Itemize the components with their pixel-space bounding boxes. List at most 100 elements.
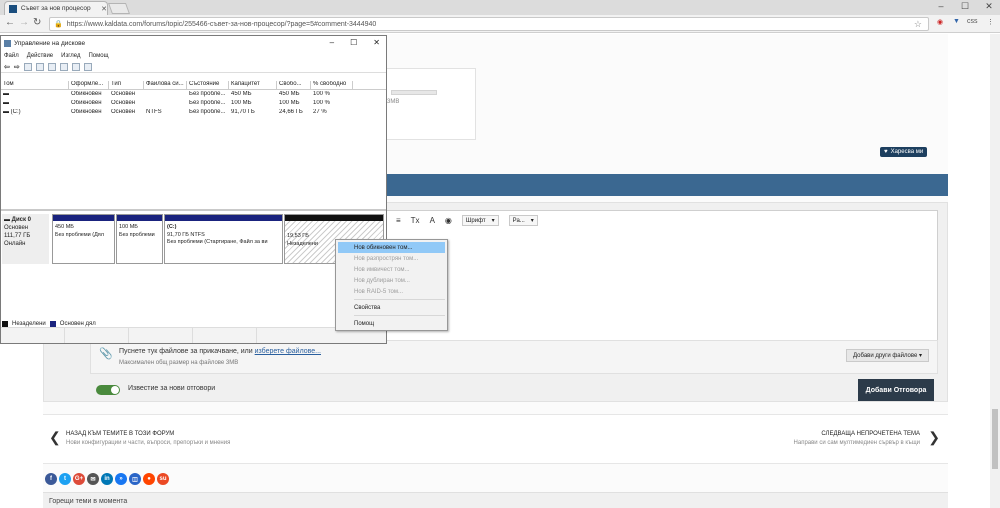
table-cell: Основен <box>111 109 136 115</box>
col-status[interactable]: Състояние <box>187 81 229 89</box>
back-to-forum-link[interactable]: НАЗАД КЪМ ТЕМИТЕ В ТОЗИ ФОРУМ <box>66 431 174 437</box>
dm-minimize-icon[interactable]: – <box>330 38 334 47</box>
social-share-icon[interactable]: t <box>59 473 71 485</box>
close-window-icon[interactable]: ✕ <box>982 1 996 12</box>
social-share-icon[interactable]: ✉ <box>87 473 99 485</box>
chevron-right-icon[interactable]: ❯ <box>928 429 940 446</box>
social-share-icon[interactable]: in <box>101 473 113 485</box>
menu-help[interactable]: Помощ <box>88 53 108 59</box>
table-row[interactable]: ▬ Обикновен Основен Без пробле... 100 МБ 100… <box>1 100 386 109</box>
css-extension[interactable]: css <box>967 18 978 25</box>
scrollbar-thumb[interactable] <box>992 409 998 469</box>
font-dropdown[interactable]: Шрифт ▾ <box>461 215 499 226</box>
col-percent-free[interactable]: % свободно <box>311 81 353 89</box>
font-color-icon[interactable]: A <box>430 216 435 225</box>
extension-icon[interactable]: ◉ <box>937 18 943 26</box>
col-filesystem[interactable]: Файлова си... <box>144 81 187 89</box>
social-share-icon[interactable]: su <box>157 473 169 485</box>
table-cell: 100 % <box>313 100 331 106</box>
back-icon[interactable]: ← <box>5 17 15 28</box>
social-share-icon[interactable]: f <box>45 473 57 485</box>
add-more-files-button[interactable]: Добави други файлове ▾ <box>846 349 929 362</box>
menu-action[interactable]: Действие <box>27 53 53 59</box>
size-dropdown[interactable]: Ра... ▾ <box>508 215 538 226</box>
partition-100mb[interactable]: 100 МБ Без проблеми <box>116 214 163 264</box>
partition-c[interactable]: (C:) 91,70 ГБ NTFS Без проблеми (Стартиран… <box>164 214 283 264</box>
table-cell <box>144 91 187 100</box>
bookmark-star-icon[interactable]: ☆ <box>914 19 922 30</box>
notify-label: Известие за нови отговори <box>128 385 216 392</box>
browser-tab[interactable]: Съвет за нов процесор ✕ <box>4 1 108 15</box>
help-icon[interactable] <box>35 62 44 71</box>
align-icon[interactable]: ≡ <box>396 216 401 225</box>
address-bar[interactable]: 🔒 https://www.kaldata.com/forums/topic/2… <box>49 17 929 31</box>
col-free[interactable]: Свобо... <box>277 81 311 89</box>
storage-label: 3MB <box>387 99 400 105</box>
properties-icon[interactable] <box>47 62 56 71</box>
heart-icon: ♥ <box>884 149 888 155</box>
notify-toggle[interactable] <box>96 385 120 395</box>
table-cell: 450 МБ <box>231 91 252 97</box>
menu-view[interactable]: Изглед <box>61 53 80 59</box>
new-raid5-volume-item[interactable]: Нов RAID-5 том... <box>338 286 445 297</box>
attachment-text: Пуснете тук файлове за прикачване, или и… <box>119 348 321 355</box>
hot-topics-header: Горещи теми в момента <box>43 492 948 508</box>
properties-item[interactable]: Свойства <box>338 302 445 313</box>
maximize-icon[interactable]: ☐ <box>958 1 972 12</box>
new-spanned-volume-item[interactable]: Нов разпрострян том... <box>338 253 445 264</box>
new-mirrored-volume-item[interactable]: Нов дублиран том... <box>338 275 445 286</box>
social-share-icon[interactable]: » <box>115 473 127 485</box>
social-share-icon[interactable]: G+ <box>73 473 85 485</box>
extension-icon-2[interactable]: ▼ <box>953 18 960 25</box>
new-tab-button[interactable] <box>107 3 131 14</box>
choose-files-link[interactable]: изберете файлове... <box>255 348 321 355</box>
social-share-icon[interactable]: ● <box>143 473 155 485</box>
dm-maximize-icon[interactable]: ☐ <box>350 38 357 47</box>
new-striped-volume-item[interactable]: Нов имвичест том... <box>338 264 445 275</box>
minimize-icon[interactable]: – <box>934 1 948 12</box>
view-icon[interactable] <box>83 62 92 71</box>
forward-arrow-icon[interactable]: ⇨ <box>14 63 20 71</box>
forward-icon[interactable]: → <box>19 17 29 28</box>
attachment-zone[interactable]: 📎 Пуснете тук файлове за прикачване, или… <box>90 340 938 374</box>
window-controls: – ☐ ✕ <box>934 1 996 12</box>
next-unread-link[interactable]: СЛЕДВАЩА НЕПРОЧЕТЕНА ТЕМА <box>821 431 920 437</box>
chevron-left-icon[interactable]: ❮ <box>49 429 61 446</box>
context-menu: Нов обикновен том... Нов разпрострян том… <box>335 239 448 331</box>
page-scrollbar[interactable] <box>990 34 1000 508</box>
new-simple-volume-item[interactable]: Нов обикновен том... <box>338 242 445 253</box>
table-row[interactable]: ▬ (C:) Обикновен Основен NTFS Без пробле... 9… <box>1 109 386 118</box>
col-capacity[interactable]: Капацитет <box>229 81 277 89</box>
check-icon[interactable] <box>71 62 80 71</box>
social-share-icon[interactable]: ◫ <box>129 473 141 485</box>
like-button[interactable]: ♥ Харесва ми <box>880 147 928 157</box>
preview-eye-icon[interactable]: ◉ <box>445 216 452 225</box>
font-dropdown-label: Шрифт <box>465 217 486 224</box>
pane-splitter[interactable] <box>1 209 386 211</box>
col-volume[interactable]: Том <box>1 81 69 89</box>
partition-450mb[interactable]: 450 МБ Без проблеми (Дял <box>52 214 115 264</box>
back-arrow-icon[interactable]: ⇦ <box>4 63 10 71</box>
partition-header <box>117 215 162 221</box>
tab-close-icon[interactable]: ✕ <box>101 5 107 13</box>
cell-volume: ▬ <box>3 100 9 106</box>
dm-close-icon[interactable]: ✕ <box>373 38 380 47</box>
partition-status: Без проблеми <box>119 231 155 238</box>
submit-reply-button[interactable]: Добави Отговора <box>858 379 934 401</box>
table-cell: 100 % <box>313 91 331 97</box>
rescan-icon[interactable] <box>59 62 68 71</box>
browser-titlebar: Съвет за нов процесор ✕ – ☐ ✕ <box>0 0 1000 15</box>
table-cell: 100 МБ <box>279 100 300 106</box>
console-icon[interactable] <box>23 62 32 71</box>
col-layout[interactable]: Оформле... <box>69 81 109 89</box>
col-type[interactable]: Тип <box>109 81 144 89</box>
reload-icon[interactable]: ↻ <box>33 17 41 28</box>
disk-status: Онлайн <box>4 241 26 247</box>
clear-format-icon[interactable]: Tx <box>411 216 420 225</box>
disk-label[interactable]: ▬ Диск 0 Основен 111,77 ГБ Онлайн <box>2 214 49 264</box>
menu-file[interactable]: Файл <box>4 53 19 59</box>
dm-toolbar: ⇦ ⇨ <box>1 61 386 73</box>
menu-icon[interactable]: ⋮ <box>987 18 994 26</box>
table-row[interactable]: ▬ Обикновен Основен Без пробле... 450 МБ 450… <box>1 91 386 100</box>
help-item[interactable]: Помощ <box>338 318 445 329</box>
